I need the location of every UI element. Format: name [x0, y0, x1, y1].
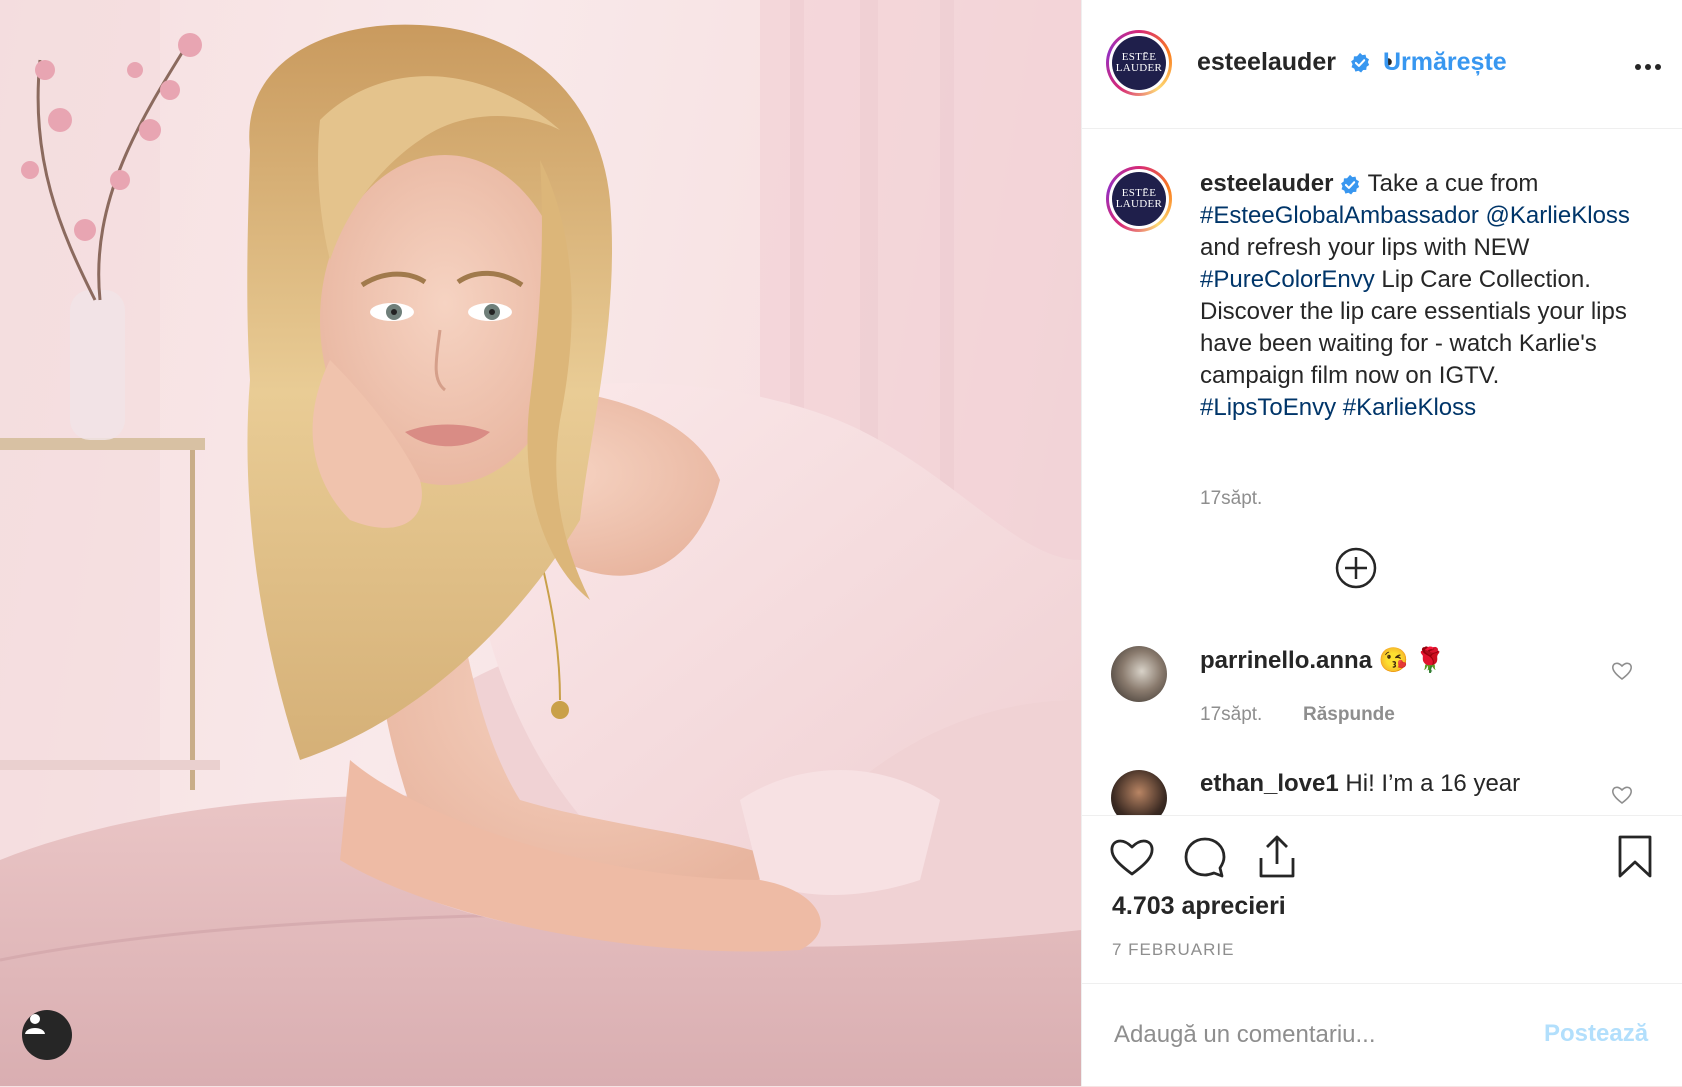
estee-lauder-logo: ESTĒE LAUDER	[1112, 36, 1166, 90]
post-date[interactable]: 7 FEBRUARIE	[1112, 940, 1234, 960]
comment-input[interactable]	[1112, 1014, 1536, 1056]
post-photo[interactable]	[0, 0, 1081, 1086]
comment-text: 😘 🌹	[1372, 647, 1446, 674]
share-upload-icon	[1259, 835, 1295, 878]
comment-body: ethan_love1 Hi! I’m a 16 year	[1200, 770, 1520, 798]
logo-line-2: LAUDER	[1115, 62, 1163, 74]
heart-icon	[1110, 839, 1154, 876]
person-icon	[25, 1014, 45, 1034]
load-more-comments-button[interactable]	[1334, 546, 1378, 590]
heart-outline-icon	[1611, 786, 1633, 805]
caption-text: Take a cue from	[1361, 170, 1539, 197]
comment-username[interactable]: ethan_love1	[1200, 770, 1339, 797]
commenter-avatar[interactable]	[1111, 770, 1167, 815]
mention-link[interactable]: @KarlieKloss	[1486, 202, 1630, 229]
share-button[interactable]	[1255, 834, 1299, 885]
author-avatar[interactable]: ESTĒE LAUDER	[1106, 30, 1172, 96]
instagram-post-modal: ESTĒE LAUDER esteelauder • Urmărește EST…	[0, 0, 1682, 1086]
hashtag-link[interactable]: #PureColorEnvy	[1200, 266, 1375, 293]
caption-username[interactable]: esteelauder	[1200, 170, 1333, 197]
avatar-border: ESTĒE LAUDER	[1109, 33, 1169, 93]
verified-badge-icon	[1351, 53, 1370, 73]
comment-body: parrinello.anna 😘 🌹	[1200, 646, 1445, 675]
caption-time[interactable]: 17săpt.	[1200, 488, 1262, 510]
avatar-border: ESTĒE LAUDER	[1109, 169, 1169, 229]
commenter-avatar[interactable]	[1111, 646, 1167, 702]
like-comment-button[interactable]	[1610, 659, 1634, 683]
plus-circle-icon	[1335, 547, 1377, 589]
more-options-button[interactable]	[1628, 52, 1668, 82]
save-button[interactable]	[1616, 834, 1654, 885]
post-header: ESTĒE LAUDER esteelauder • Urmărește	[1082, 0, 1682, 129]
comment-time[interactable]: 17săpt.	[1200, 704, 1262, 726]
bookmark-icon	[1618, 835, 1652, 878]
tagged-users-button[interactable]	[22, 1010, 72, 1060]
header-username-text: esteelauder	[1197, 48, 1336, 76]
post-comment-button[interactable]: Postează	[1544, 1020, 1648, 1048]
comment-text: Hi! I’m a 16 year	[1338, 770, 1521, 797]
like-button[interactable]	[1109, 836, 1155, 883]
more-horizontal-icon	[1635, 64, 1661, 70]
hashtag-link[interactable]: #LipsToEnvy	[1200, 394, 1336, 421]
reply-button[interactable]: Răspunde	[1303, 704, 1395, 726]
comment-button[interactable]	[1183, 836, 1227, 885]
post-side-panel: ESTĒE LAUDER esteelauder • Urmărește EST…	[1081, 0, 1682, 1086]
add-comment-bar: Postează	[1082, 983, 1682, 1087]
photo-illustration	[0, 0, 1081, 1086]
header-username[interactable]: esteelauder •	[1197, 48, 1393, 77]
comments-list[interactable]: parrinello.anna 😘 🌹 17săpt. Răspunde eth…	[1082, 620, 1682, 815]
comment-username[interactable]: parrinello.anna	[1200, 647, 1372, 674]
caption-author-avatar[interactable]: ESTĒE LAUDER	[1106, 166, 1172, 232]
verified-badge-icon	[1341, 174, 1360, 195]
post-caption: esteelauder Take a cue from #EsteeGlobal…	[1200, 168, 1630, 424]
hashtag-link[interactable]: #EsteeGlobalAmbassador	[1200, 202, 1479, 229]
comment-bubble-icon	[1184, 837, 1226, 878]
likes-count[interactable]: 4.703 aprecieri	[1112, 892, 1286, 921]
caption-text: and refresh your lips with NEW	[1200, 234, 1530, 261]
logo-line-2: LAUDER	[1115, 198, 1163, 210]
follow-button[interactable]: Urmărește	[1383, 48, 1507, 77]
heart-outline-icon	[1611, 662, 1633, 681]
like-comment-button[interactable]	[1610, 783, 1634, 807]
estee-lauder-logo: ESTĒE LAUDER	[1112, 172, 1166, 226]
hashtag-link[interactable]: #KarlieKloss	[1343, 394, 1476, 421]
